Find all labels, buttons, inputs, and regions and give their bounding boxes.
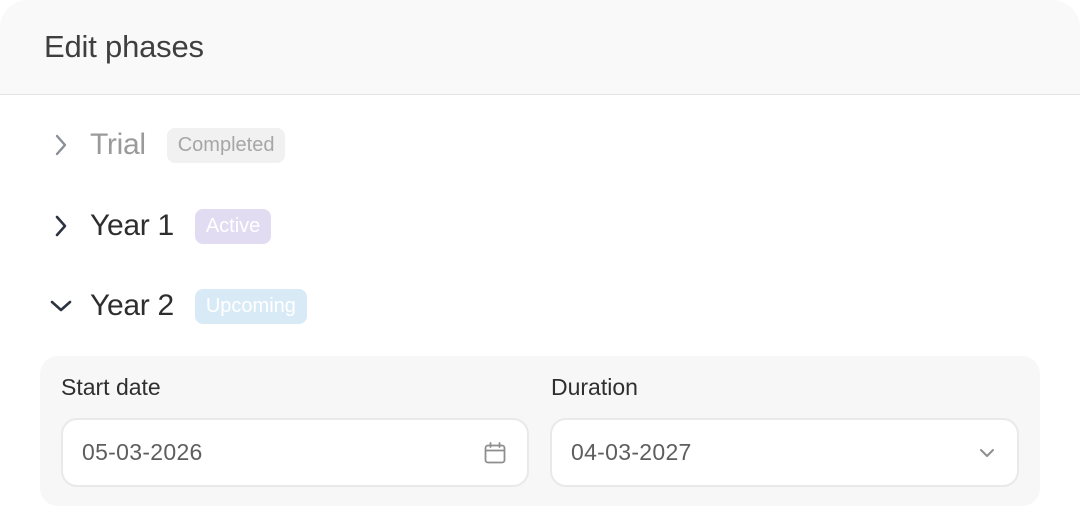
calendar-icon[interactable]	[483, 441, 507, 465]
chevron-right-icon	[48, 132, 74, 158]
phase-name: Year 2	[90, 289, 174, 322]
start-date-input[interactable]: 05-03-2026	[61, 418, 529, 487]
duration-label: Duration	[551, 374, 638, 400]
start-date-label: Start date	[61, 374, 161, 400]
chevron-down-icon[interactable]	[977, 447, 997, 459]
duration-value: 04-03-2027	[571, 439, 692, 465]
phase-name: Trial	[90, 128, 146, 161]
duration-select[interactable]: 04-03-2027	[550, 418, 1019, 487]
page-title: Edit phases	[44, 29, 204, 64]
chevron-right-icon	[48, 213, 74, 239]
phase-row-year-2[interactable]: Year 2 Upcoming	[48, 284, 307, 328]
status-badge-completed: Completed	[166, 127, 286, 163]
phase-details-card: Start date Duration 05-03-2026 04-03-202…	[40, 356, 1040, 506]
phase-name: Year 1	[90, 209, 174, 242]
edit-phases-panel: Edit phases Trial Completed Year 1 Activ…	[0, 0, 1080, 527]
phase-row-trial[interactable]: Trial Completed	[48, 123, 286, 167]
status-badge-upcoming: Upcoming	[194, 288, 307, 324]
phase-row-year-1[interactable]: Year 1 Active	[48, 204, 272, 248]
start-date-value: 05-03-2026	[82, 439, 203, 465]
status-badge-active: Active	[194, 208, 272, 244]
panel-header: Edit phases	[0, 0, 1080, 95]
chevron-down-icon	[48, 293, 74, 319]
